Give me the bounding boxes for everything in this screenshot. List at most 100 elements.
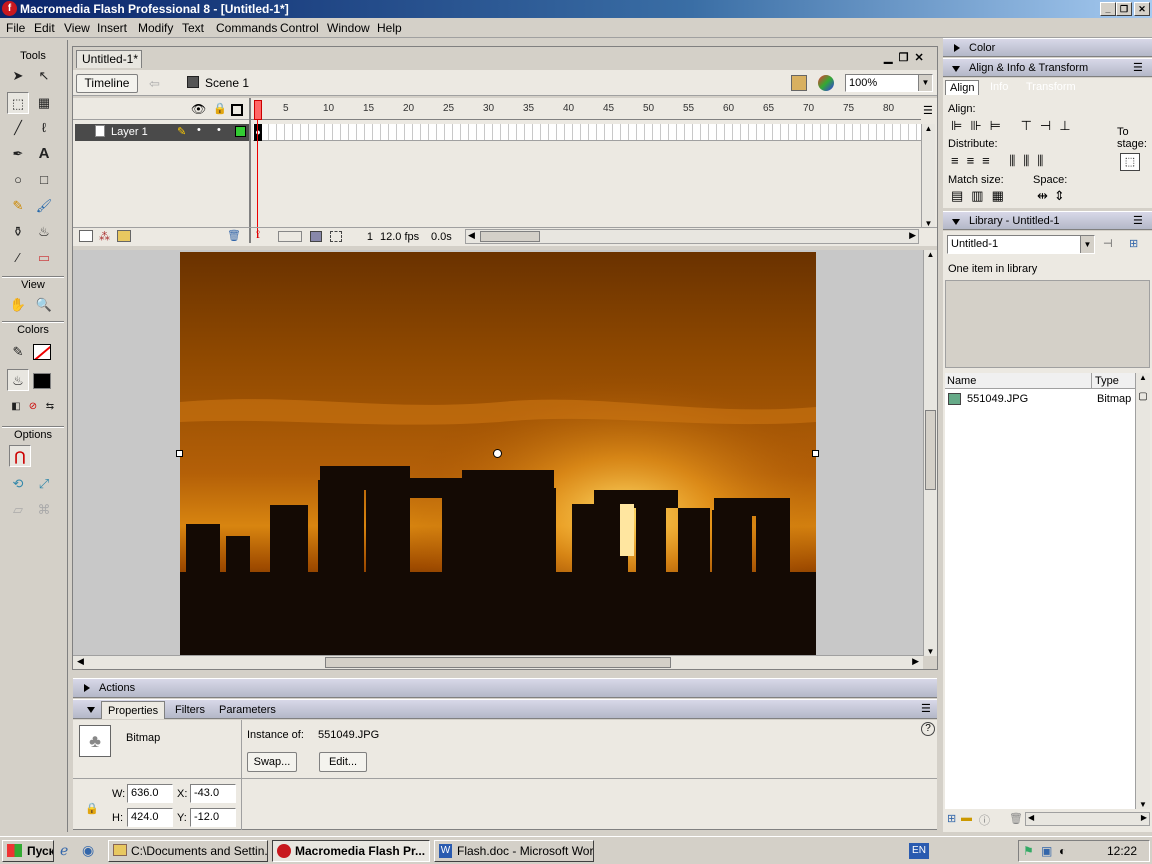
collapse-arrow-icon[interactable] — [87, 707, 95, 713]
tab-parameters[interactable]: Parameters — [219, 701, 276, 719]
fill-transform-tool-icon[interactable]: ▦ — [33, 92, 55, 114]
add-guide-icon[interactable]: ⁂ — [99, 230, 110, 243]
frame-cells[interactable] — [253, 124, 921, 141]
pencil-tool-icon[interactable]: ✎ — [7, 195, 29, 217]
align-buttons-icon[interactable]: ⊫⊪⊨ ⊤⊣⊥ — [951, 118, 1079, 134]
ie-icon[interactable]: ℯ — [60, 842, 68, 859]
layer-name[interactable]: Layer 1 — [111, 126, 148, 138]
keyframe[interactable]: ● — [254, 124, 262, 141]
lock-icon[interactable]: 🔒 — [213, 102, 227, 115]
library-vscroll[interactable]: ▲ ▢ ▼ — [1135, 373, 1150, 809]
outline-icon[interactable] — [231, 104, 243, 116]
edit-scene-icon[interactable] — [791, 75, 807, 91]
stroke-color-icon[interactable]: ✎ — [7, 341, 29, 363]
subselect-tool-icon[interactable]: ↖ — [33, 65, 55, 87]
delete-layer-icon[interactable]: 🗑 — [227, 229, 241, 242]
hand-tool-icon[interactable]: ✋ — [7, 294, 29, 316]
pen-tool-icon[interactable]: ✒ — [7, 143, 29, 165]
frame-ruler[interactable]: 1 5 10 15 20 25 30 35 40 45 50 55 60 65 … — [251, 100, 921, 120]
visibility-dot[interactable]: • — [197, 124, 201, 136]
new-symbol-icon[interactable]: ⊞ — [947, 812, 956, 825]
flash-app-icon[interactable]: f — [2, 1, 17, 16]
color-panel-header[interactable]: Color — [943, 38, 1152, 57]
onion-skin-icon[interactable] — [278, 231, 302, 242]
swap-button[interactable]: Swap... — [247, 752, 297, 772]
eyedropper-tool-icon[interactable]: ⁄ — [7, 247, 29, 269]
scale-icon[interactable]: ⤢ — [33, 473, 55, 495]
frame-rate[interactable]: 12.0 fps — [380, 231, 419, 243]
width-field[interactable]: 636.0 — [127, 784, 173, 803]
taskbar-explorer[interactable]: C:\Documents and Settin... — [108, 840, 268, 862]
library-select[interactable]: Untitled-1 ▼ — [947, 235, 1095, 254]
y-field[interactable]: -12.0 — [190, 808, 236, 827]
tab-align[interactable]: Align — [945, 80, 980, 95]
back-arrow-icon[interactable]: ⇦ — [149, 76, 160, 92]
properties-icon[interactable]: ⓘ — [979, 812, 990, 828]
panel-menu-icon[interactable]: ☰ — [1133, 212, 1143, 230]
tab-filters[interactable]: Filters — [175, 701, 205, 719]
lasso-tool-icon[interactable]: ℓ — [33, 117, 55, 139]
insert-folder-icon[interactable] — [117, 230, 131, 242]
column-type[interactable]: Type — [1095, 375, 1119, 387]
menu-view[interactable]: View — [64, 21, 90, 35]
taskbar-flash[interactable]: Macromedia Flash Pr... — [272, 840, 430, 862]
to-stage-toggle-icon[interactable]: ⬚ — [1120, 153, 1140, 171]
start-button[interactable]: Пуск — [2, 840, 54, 862]
pin-library-icon[interactable]: ⊣ — [1103, 237, 1113, 250]
panel-menu-icon[interactable]: ☰ — [921, 700, 931, 718]
transform-handle-left[interactable] — [176, 450, 183, 457]
delete-icon[interactable]: 🗑 — [1009, 812, 1023, 825]
maximize-button[interactable]: ❐ — [1116, 2, 1132, 16]
doc-window-controls[interactable]: ▁ ❐ ✕ — [884, 51, 924, 64]
center-frame-icon[interactable]: ⟟ — [256, 229, 260, 242]
menu-edit[interactable]: Edit — [34, 21, 55, 35]
lock-proportions-icon[interactable]: 🔒 — [85, 802, 99, 815]
timeline-button[interactable]: Timeline — [76, 74, 138, 93]
arrow-tool-icon[interactable]: ➤ — [7, 65, 29, 87]
edit-button[interactable]: Edit... — [319, 752, 367, 772]
fill-color-icon[interactable]: ♨ — [7, 369, 29, 391]
column-name[interactable]: Name — [947, 375, 976, 387]
oval-tool-icon[interactable]: ○ — [7, 169, 29, 191]
fill-color-swatch[interactable] — [33, 373, 51, 389]
zoom-tool-icon[interactable]: 🔍 — [33, 294, 55, 316]
x-field[interactable]: -43.0 — [190, 784, 236, 803]
edit-multiple-icon[interactable] — [310, 231, 322, 242]
quicklaunch-icon[interactable]: ◉ — [82, 842, 94, 859]
minimize-button[interactable]: _ — [1100, 2, 1116, 16]
rectangle-tool-icon[interactable]: □ — [33, 169, 55, 191]
panel-menu-icon[interactable]: ☰ — [1133, 59, 1143, 77]
clock[interactable]: 12:22 — [1107, 841, 1137, 861]
align-panel-header[interactable]: Align & Info & Transform ☰ — [943, 58, 1152, 77]
ink-bottle-tool-icon[interactable]: ⚱ — [7, 221, 29, 243]
menu-control[interactable]: Control — [280, 21, 319, 35]
timeline-menu-icon[interactable]: ☰ — [923, 104, 933, 117]
eraser-tool-icon[interactable]: ▭ — [33, 247, 55, 269]
library-panel-header[interactable]: Library - Untitled-1 ☰ — [943, 211, 1152, 230]
tab-info[interactable]: Info — [990, 81, 1008, 93]
text-tool-icon[interactable]: A — [33, 143, 55, 165]
actions-panel-header[interactable]: Actions — [73, 678, 937, 698]
edit-symbols-icon[interactable] — [818, 75, 834, 91]
brush-tool-icon[interactable]: 🖌 — [33, 195, 55, 217]
transform-handle-right[interactable] — [812, 450, 819, 457]
scene-label[interactable]: Scene 1 — [205, 76, 249, 90]
match-size-buttons-icon[interactable]: ▤▥▦ — [951, 188, 1012, 204]
swap-colors-icon[interactable]: ⇆ — [39, 396, 61, 418]
stage-vscroll[interactable]: ▲ ▼ — [923, 250, 937, 656]
transform-center-point[interactable] — [493, 449, 502, 458]
layer-row[interactable]: Layer 1 ✎ • • — [75, 124, 249, 141]
stroke-color-swatch[interactable] — [33, 344, 51, 360]
outline-color-square[interactable] — [235, 126, 246, 137]
space-buttons-icon[interactable]: ⇹⇕ — [1037, 188, 1071, 204]
tab-transform[interactable]: Transform — [1026, 81, 1076, 93]
tray-icon[interactable]: ⚑ — [1023, 841, 1034, 861]
free-transform-tool-icon[interactable]: ⬚ — [7, 92, 29, 114]
network-icon[interactable]: ▣ — [1041, 841, 1052, 861]
snap-magnet-icon[interactable]: ⋂ — [9, 445, 31, 467]
stage-hscroll[interactable]: ◀ ▶ — [73, 655, 923, 669]
onion-markers-icon[interactable] — [330, 231, 342, 242]
menu-help[interactable]: Help — [377, 21, 402, 35]
close-button[interactable]: ✕ — [1134, 2, 1150, 16]
help-icon[interactable]: ? — [921, 722, 935, 736]
